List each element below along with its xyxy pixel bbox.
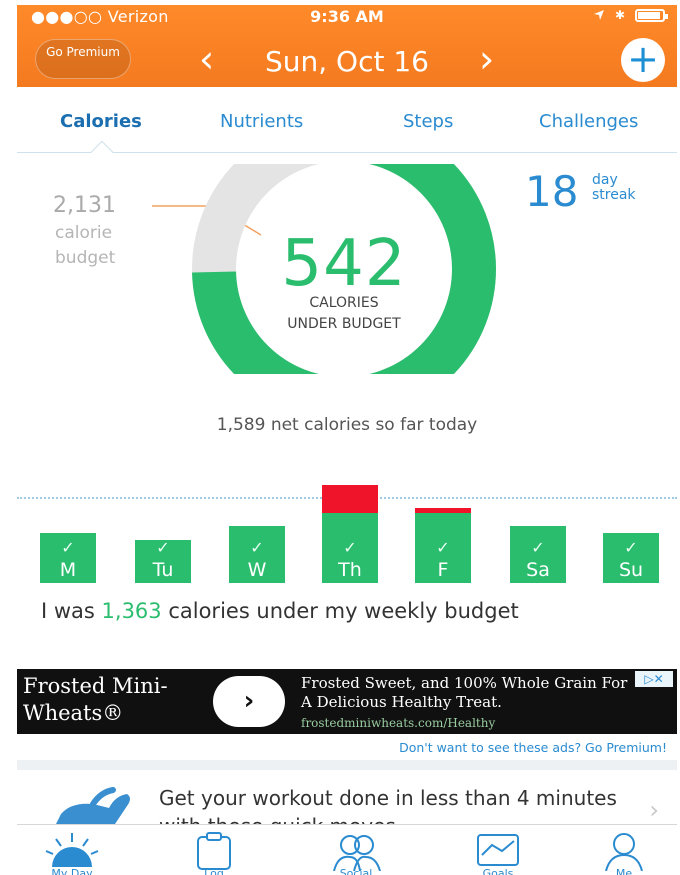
check-icon: ✓: [531, 537, 545, 557]
people-icon: [333, 835, 381, 871]
ad-headline: Frosted Sweet, and 100% Whole Grain For …: [301, 674, 628, 711]
weekly-bar-w[interactable]: ✓ W: [229, 525, 285, 583]
streak-value: 18: [525, 167, 579, 216]
weekly-summary: I was 1,363 calories under my weekly bud…: [41, 599, 671, 623]
net-calories-text: 1,589 net calories so far today: [216, 415, 478, 435]
weekly-summary-suffix: calories under my weekly budget: [161, 599, 519, 623]
check-icon: ✓: [250, 537, 264, 557]
streak-label-day: day: [592, 172, 618, 188]
nav-social[interactable]: Social: [301, 825, 411, 875]
weekly-bar-f[interactable]: ✓ F: [415, 508, 471, 583]
weekly-bar-label: M: [59, 558, 77, 581]
nav-label-me: Me: [615, 867, 633, 875]
bottom-nav: My Day Log Social Goals Me: [17, 824, 677, 875]
sunrise-icon: [45, 833, 99, 867]
calories-remaining-value: 542: [281, 227, 407, 301]
weekly-bar-tu[interactable]: ✓ Tu: [135, 537, 191, 583]
person-icon: [605, 833, 643, 871]
weekly-bar-th[interactable]: ✓ Th: [322, 485, 378, 583]
weekly-summary-value: 1,363: [101, 599, 162, 623]
check-icon: ✓: [624, 537, 638, 557]
ad-brand: Frosted Mini-Wheats®: [23, 674, 168, 725]
phone-screen: ●●●○○ Verizon 9:36 AM ✱ Go Premium ‹ Sun…: [17, 5, 677, 875]
streak-label: day streak: [592, 173, 636, 203]
calories-remaining-label: CALORIES: [309, 295, 379, 311]
weekly-summary-prefix: I was: [41, 599, 102, 623]
weekly-bar-label: Th: [338, 559, 362, 581]
weekly-bar-m[interactable]: ✓ M: [40, 532, 96, 583]
weekly-bar-label: W: [247, 558, 267, 581]
over-budget-segment: [415, 508, 471, 513]
remove-ads-link[interactable]: Don't want to see these ads? Go Premium!: [399, 740, 667, 755]
ad-url: frostedminiwheats.com/Healthy: [301, 716, 496, 730]
weekly-bar-su[interactable]: ✓ Su: [603, 532, 659, 583]
ad-choices-icon[interactable]: ▷✕: [635, 671, 673, 687]
over-budget-segment: [322, 485, 378, 513]
chevron-right-icon: ›: [649, 796, 659, 824]
check-icon: ✓: [156, 537, 170, 557]
weekly-bar-label: Sa: [526, 558, 550, 581]
streak-label-streak: streak: [592, 187, 636, 203]
app-frame: ●●●○○ Verizon 9:36 AM ✱ Go Premium ‹ Sun…: [0, 0, 680, 875]
nav-goals[interactable]: Goals: [443, 825, 553, 875]
ad-go-button[interactable]: ›: [213, 676, 285, 727]
clipboard-icon: [197, 832, 231, 870]
calories-remaining-label-2: UNDER BUDGET: [287, 316, 401, 332]
nav-label-log: Log: [204, 867, 224, 875]
ad-banner[interactable]: Frosted Mini-Wheats® › Frosted Sweet, an…: [17, 669, 677, 734]
nav-label-goals: Goals: [482, 867, 514, 875]
nav-my-day[interactable]: My Day: [17, 825, 127, 875]
chart-icon: [477, 834, 519, 866]
check-icon: ✓: [343, 538, 357, 557]
weekly-bar-label: F: [437, 558, 449, 581]
nav-me[interactable]: Me: [569, 825, 677, 875]
weekly-bar-sa[interactable]: ✓ Sa: [510, 525, 566, 583]
weekly-bar-label: Tu: [152, 558, 174, 581]
check-icon: ✓: [436, 537, 450, 557]
nav-label-my-day: My Day: [51, 867, 93, 875]
workout-promo-card[interactable]: Get your workout done in less than 4 min…: [17, 770, 677, 832]
check-icon: ✓: [61, 537, 75, 557]
section-divider: [17, 760, 677, 770]
weekly-bar-label: Su: [618, 558, 644, 581]
nav-log[interactable]: Log: [159, 825, 269, 875]
nav-label-social: Social: [339, 867, 373, 875]
